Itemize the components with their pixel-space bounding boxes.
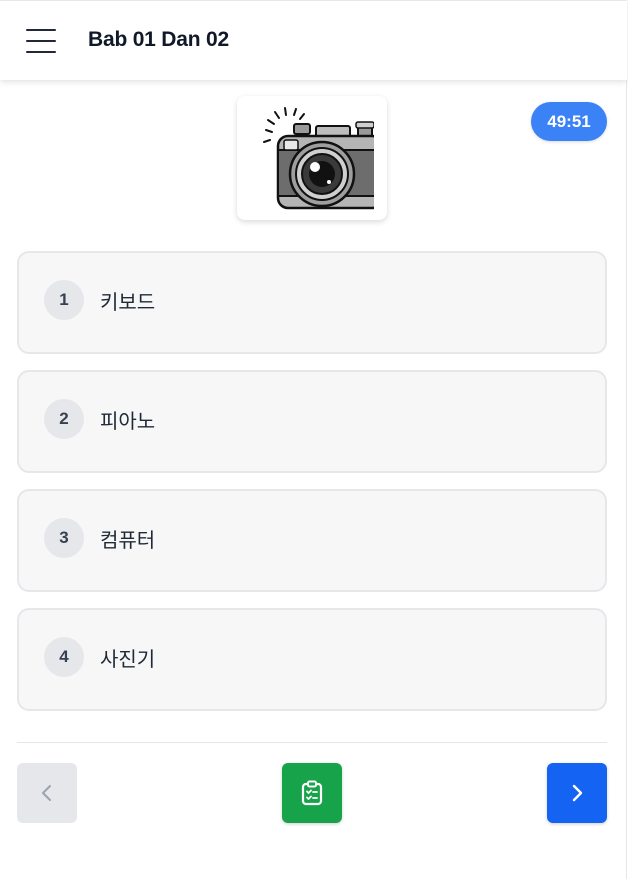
option-2[interactable]: 2 피아노: [17, 370, 607, 473]
page-title: Bab 01 Dan 02: [88, 28, 229, 51]
option-label: 사진기: [100, 647, 156, 671]
option-3[interactable]: 3 컴퓨터: [17, 489, 607, 592]
option-label: 컴퓨터: [100, 528, 156, 552]
option-1[interactable]: 1 키보드: [17, 251, 607, 354]
chevron-right-icon: [572, 784, 583, 802]
divider: [17, 742, 607, 743]
clipboard-button[interactable]: [282, 763, 342, 823]
option-number: 1: [44, 280, 84, 320]
option-number: 4: [44, 637, 84, 677]
next-button[interactable]: [547, 763, 607, 823]
question-image: [237, 96, 387, 220]
hamburger-menu-icon[interactable]: [26, 27, 58, 55]
timer-badge: 49:51: [531, 102, 607, 141]
option-label: 피아노: [100, 409, 156, 433]
camera-icon: [263, 107, 374, 210]
option-number: 2: [44, 399, 84, 439]
chevron-left-icon: [42, 785, 51, 801]
option-number: 3: [44, 518, 84, 558]
clipboard-check-icon: [301, 780, 323, 806]
previous-button[interactable]: [17, 763, 77, 823]
app-frame: Bab 01 Dan 02 49:51 1 키보드 2 피아노 3 컴퓨터 4 …: [0, 0, 627, 879]
header: Bab 01 Dan 02: [0, 0, 627, 80]
option-label: 키보드: [100, 290, 156, 314]
option-4[interactable]: 4 사진기: [17, 608, 607, 711]
